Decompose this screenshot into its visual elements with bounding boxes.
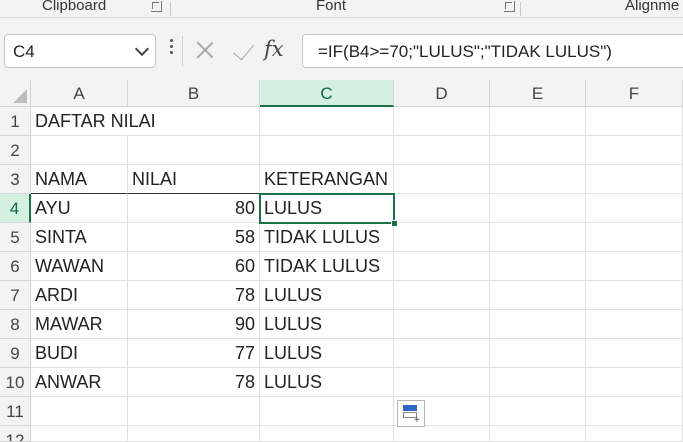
- cell-c5[interactable]: TIDAK LULUS: [260, 223, 394, 252]
- column-header-d[interactable]: D: [394, 80, 490, 107]
- cell-b10[interactable]: 78: [128, 368, 260, 397]
- cell-b12[interactable]: [128, 426, 260, 442]
- cell-c6[interactable]: TIDAK LULUS: [260, 252, 394, 281]
- cell-b2[interactable]: [128, 136, 260, 165]
- chevron-down-icon[interactable]: [134, 41, 150, 57]
- column-header-a[interactable]: A: [31, 80, 128, 107]
- alignment-group-label: Alignme: [625, 0, 680, 14]
- cell-a4[interactable]: AYU: [31, 194, 128, 223]
- more-options-icon[interactable]: [170, 39, 174, 61]
- ribbon-separator: [520, 2, 521, 16]
- cell-b1[interactable]: [128, 107, 260, 136]
- font-group-label: Font: [316, 0, 347, 14]
- clipboard-group-label: Clipboard: [42, 0, 107, 14]
- cell-c12[interactable]: [260, 426, 394, 442]
- row-header-12[interactable]: 12: [0, 426, 31, 442]
- cell-a11[interactable]: [31, 397, 128, 426]
- cell-a9[interactable]: BUDI: [31, 339, 128, 368]
- formula-bar: C4 fx =IF(B4>=70;"LULUS";"TIDAK LULUS"): [0, 18, 683, 80]
- cell-a6[interactable]: WAWAN: [31, 252, 128, 281]
- cell-c4[interactable]: LULUS: [260, 194, 394, 223]
- cell-b6[interactable]: 60: [128, 252, 260, 281]
- worksheet-grid: A B C D E F 1 2 3 4 5 6 7 8 9 10 11 12 D…: [0, 80, 683, 442]
- formula-input[interactable]: =IF(B4>=70;"LULUS";"TIDAK LULUS"): [302, 34, 683, 68]
- name-box[interactable]: C4: [4, 34, 156, 68]
- row-header-7[interactable]: 7: [0, 281, 31, 310]
- row-header-5[interactable]: 5: [0, 223, 31, 252]
- column-e-cells[interactable]: [490, 107, 586, 442]
- cell-a5[interactable]: SINTA: [31, 223, 128, 252]
- cell-c9[interactable]: LULUS: [260, 339, 394, 368]
- clipboard-launcher-icon[interactable]: [151, 1, 162, 12]
- cell-c3[interactable]: KETERANGAN: [260, 165, 394, 194]
- name-box-value: C4: [13, 42, 35, 61]
- cell-c7[interactable]: LULUS: [260, 281, 394, 310]
- cell-a1[interactable]: DAFTAR NILAI: [31, 107, 156, 136]
- row-header-8[interactable]: 8: [0, 310, 31, 339]
- cell-a12[interactable]: [31, 426, 128, 442]
- insert-function-icon[interactable]: fx: [264, 37, 284, 61]
- row-header-1[interactable]: 1: [0, 107, 31, 136]
- cell-a8[interactable]: MAWAR: [31, 310, 128, 339]
- quick-analysis-plus-icon: +: [414, 415, 420, 426]
- cell-b7[interactable]: 78: [128, 281, 260, 310]
- fill-handle[interactable]: [391, 220, 398, 227]
- formula-text: =IF(B4>=70;"LULUS";"TIDAK LULUS"): [318, 42, 612, 61]
- row-header-9[interactable]: 9: [0, 339, 31, 368]
- cell-c8[interactable]: LULUS: [260, 310, 394, 339]
- row-header-3[interactable]: 3: [0, 165, 31, 194]
- cell-b4[interactable]: 80: [128, 194, 260, 223]
- cell-b5[interactable]: 58: [128, 223, 260, 252]
- formula-bar-separator: [182, 36, 183, 66]
- cell-b9[interactable]: 77: [128, 339, 260, 368]
- cell-a7[interactable]: ARDI: [31, 281, 128, 310]
- row-header-2[interactable]: 2: [0, 136, 31, 165]
- cell-a2[interactable]: [31, 136, 128, 165]
- cell-c1[interactable]: [260, 107, 394, 136]
- quick-analysis-button[interactable]: +: [397, 400, 425, 427]
- cell-c2[interactable]: [260, 136, 394, 165]
- cell-b8[interactable]: 90: [128, 310, 260, 339]
- cancel-icon[interactable]: [192, 36, 218, 64]
- quick-analysis-icon: [403, 405, 417, 411]
- row-header-11[interactable]: 11: [0, 397, 31, 426]
- cell-a10[interactable]: ANWAR: [31, 368, 128, 397]
- cell-c10[interactable]: LULUS: [260, 368, 394, 397]
- row-header-6[interactable]: 6: [0, 252, 31, 281]
- cell-c11[interactable]: [260, 397, 394, 426]
- column-header-c[interactable]: C: [260, 80, 394, 107]
- row-header-10[interactable]: 10: [0, 368, 31, 397]
- column-d-cells[interactable]: [394, 107, 490, 442]
- cell-b3[interactable]: NILAI: [128, 165, 260, 194]
- ribbon-separator: [170, 2, 171, 16]
- ribbon-group-labels: Clipboard Font Alignme: [0, 0, 683, 18]
- cell-a3[interactable]: NAMA: [31, 165, 128, 194]
- select-all-button[interactable]: [0, 80, 31, 107]
- column-header-f[interactable]: F: [586, 80, 683, 107]
- enter-check-icon[interactable]: [230, 38, 256, 62]
- cell-b11[interactable]: [128, 397, 260, 426]
- column-header-b[interactable]: B: [128, 80, 260, 107]
- column-header-e[interactable]: E: [490, 80, 586, 107]
- row-header-4[interactable]: 4: [0, 194, 31, 223]
- column-f-cells[interactable]: [586, 107, 683, 442]
- font-launcher-icon[interactable]: [504, 1, 515, 12]
